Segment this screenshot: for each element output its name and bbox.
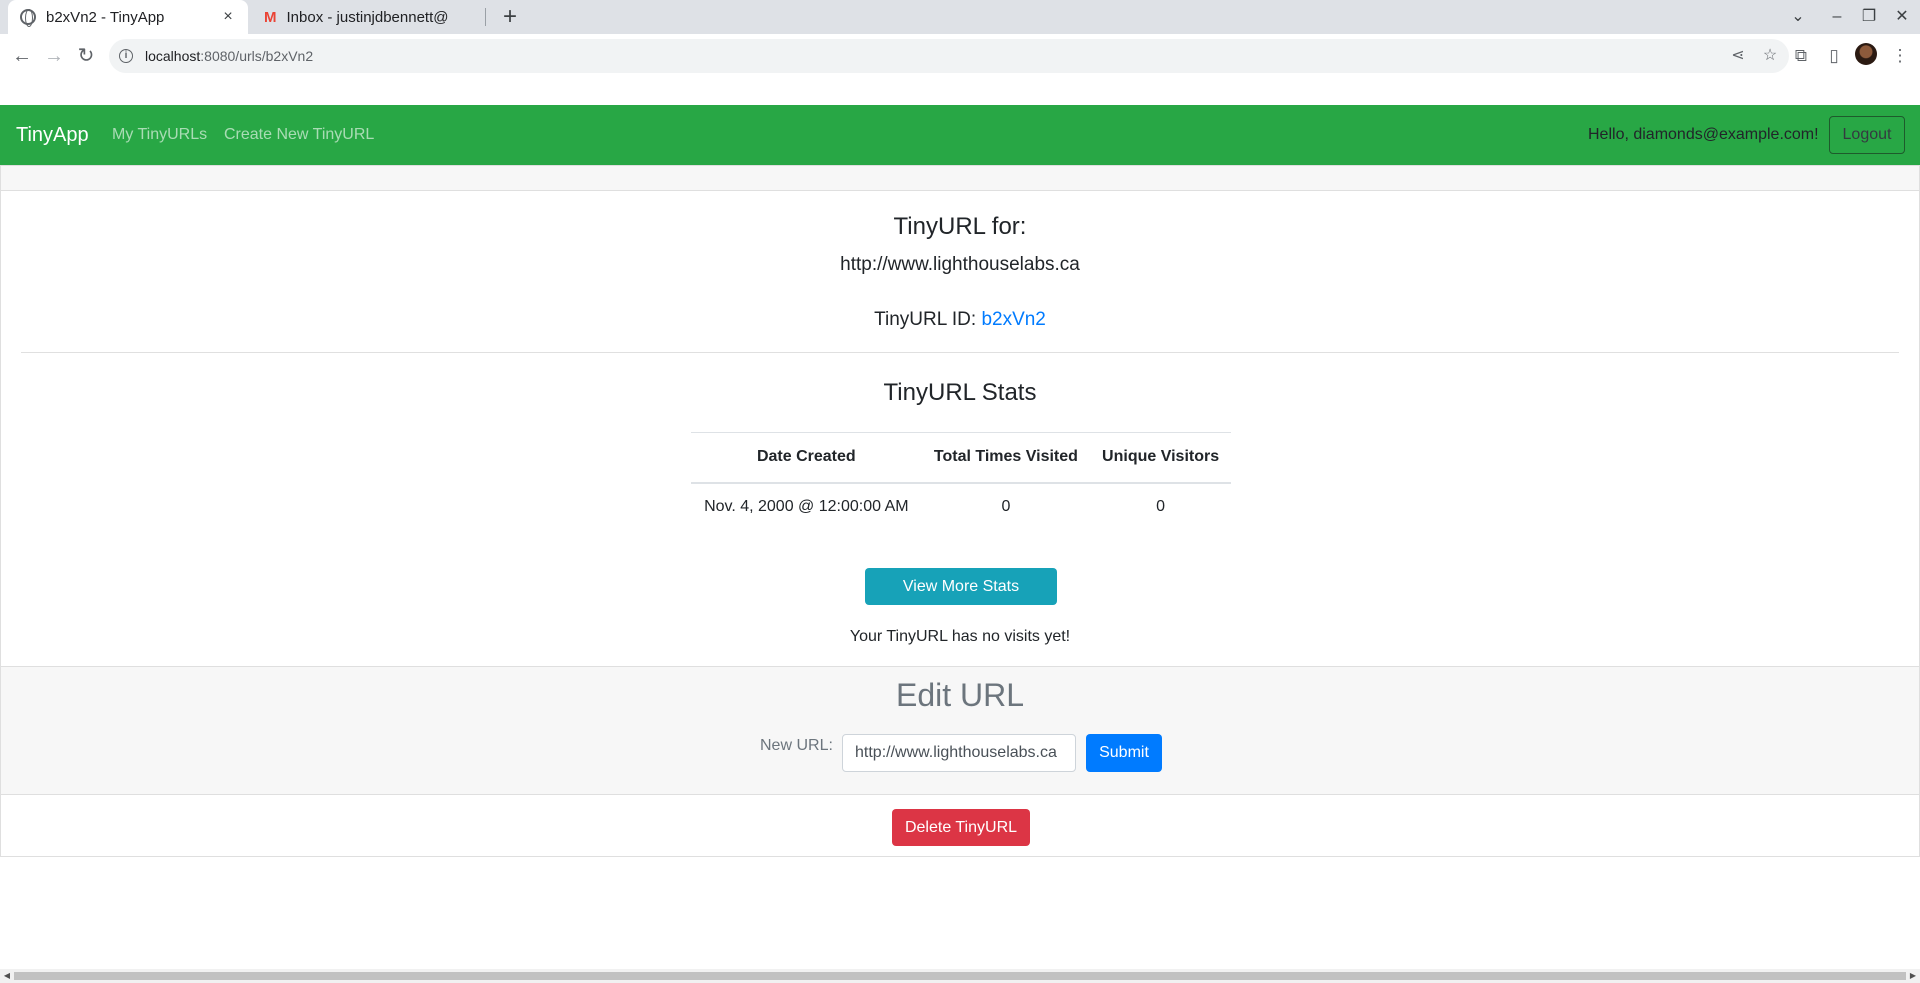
share-icon[interactable]: ⋖ (1727, 39, 1749, 73)
tab-title: Inbox - justinjdbennett@ (286, 8, 449, 26)
tinyurl-id-line: TinyURL ID: b2xVn2 (1, 309, 1919, 331)
browser-tab-inbox[interactable]: M Inbox - justinjdbennett@ (252, 0, 484, 34)
stats-heading: TinyURL Stats (883, 379, 1037, 406)
cell-unique-visitors: 0 (1156, 498, 1166, 515)
tab-divider (485, 8, 486, 26)
card-header (1, 166, 1919, 191)
cell-date-created: Nov. 4, 2000 @ 12:00:00 AM (704, 498, 909, 515)
new-url-input[interactable] (842, 734, 1076, 772)
browser-tab-active[interactable]: b2xVn2 - TinyApp × (8, 0, 248, 34)
tab-title: b2xVn2 - TinyApp (46, 8, 165, 26)
browser-toolbar: ← → ↻ i localhost:8080/urls/b2xVn2 ⋖ ☆ ⧉… (0, 34, 1920, 105)
long-url: http://www.lighthouselabs.ca (840, 254, 1080, 275)
nav-create-tinyurl[interactable]: Create New TinyURL (224, 105, 374, 165)
horizontal-scrollbar[interactable]: ◀ ▶ (0, 969, 1920, 983)
forward-arrow-icon[interactable]: → (38, 40, 70, 72)
scroll-left-icon[interactable]: ◀ (0, 969, 14, 983)
close-tab-icon[interactable]: × (220, 8, 236, 26)
address-bar[interactable]: i localhost:8080/urls/b2xVn2 ⋖ ☆ (109, 39, 1789, 73)
profile-avatar[interactable] (1855, 43, 1877, 65)
column-header-date-created: Date Created (691, 432, 922, 484)
stats-table: Date Created Total Times Visited Unique … (691, 432, 1231, 531)
user-greeting: Hello, diamonds@example.com! (1588, 126, 1819, 143)
tab-search-icon[interactable]: ⌄ (1786, 4, 1810, 30)
column-header-total-visits: Total Times Visited (921, 432, 1091, 484)
side-panel-icon[interactable]: ▯ (1820, 40, 1848, 72)
gmail-icon: M (264, 8, 277, 26)
close-window-button[interactable]: ✕ (1890, 4, 1914, 30)
tinyurl-id-link[interactable]: b2xVn2 (981, 309, 1045, 330)
new-tab-button[interactable]: + (496, 3, 524, 31)
app-navbar: TinyApp My TinyURLs Create New TinyURL H… (0, 105, 1920, 165)
url-card: TinyURL for: http://www.lighthouselabs.c… (0, 165, 1920, 857)
new-url-label: New URL: (760, 737, 833, 754)
scrollbar-thumb[interactable] (14, 972, 1906, 980)
bookmark-star-icon[interactable]: ☆ (1759, 39, 1781, 73)
table-row: Nov. 4, 2000 @ 12:00:00 AM 0 0 (691, 483, 1231, 531)
site-info-icon[interactable]: i (119, 49, 133, 63)
url-path: :8080/urls/b2xVn2 (200, 48, 314, 64)
url-host: localhost (145, 48, 201, 64)
brand-link[interactable]: TinyApp (16, 105, 89, 165)
tinyurl-id-label: TinyURL ID: (874, 309, 977, 330)
logout-button[interactable]: Logout (1829, 116, 1905, 154)
submit-button[interactable]: Submit (1086, 734, 1162, 772)
browser-tabstrip: b2xVn2 - TinyApp × M Inbox - justinjdben… (0, 0, 1920, 34)
edit-url-section: Edit URL New URL: Submit (1, 666, 1919, 795)
divider (21, 352, 1899, 353)
nav-my-tinyurls[interactable]: My TinyURLs (112, 105, 207, 165)
globe-icon (20, 9, 36, 27)
edit-url-heading: Edit URL (895, 677, 1025, 713)
back-arrow-icon[interactable]: ← (6, 40, 38, 72)
extensions-puzzle-icon[interactable]: ⧉ (1787, 40, 1815, 72)
scroll-right-icon[interactable]: ▶ (1906, 969, 1920, 983)
restore-button[interactable]: ❐ (1857, 4, 1881, 30)
column-header-unique-visitors: Unique Visitors (1090, 432, 1231, 484)
minimize-button[interactable]: – (1825, 4, 1849, 30)
browser-menu-icon[interactable]: ⋮ (1886, 40, 1914, 72)
tinyurl-for-heading: TinyURL for: (893, 213, 1027, 240)
delete-tinyurl-button[interactable]: Delete TinyURL (892, 809, 1030, 846)
cell-total-visits: 0 (1001, 498, 1011, 515)
table-header-row: Date Created Total Times Visited Unique … (691, 432, 1231, 484)
view-more-stats-button[interactable]: View More Stats (865, 568, 1057, 605)
reload-icon[interactable]: ↻ (70, 40, 102, 72)
no-visits-message: Your TinyURL has no visits yet! (849, 628, 1071, 645)
